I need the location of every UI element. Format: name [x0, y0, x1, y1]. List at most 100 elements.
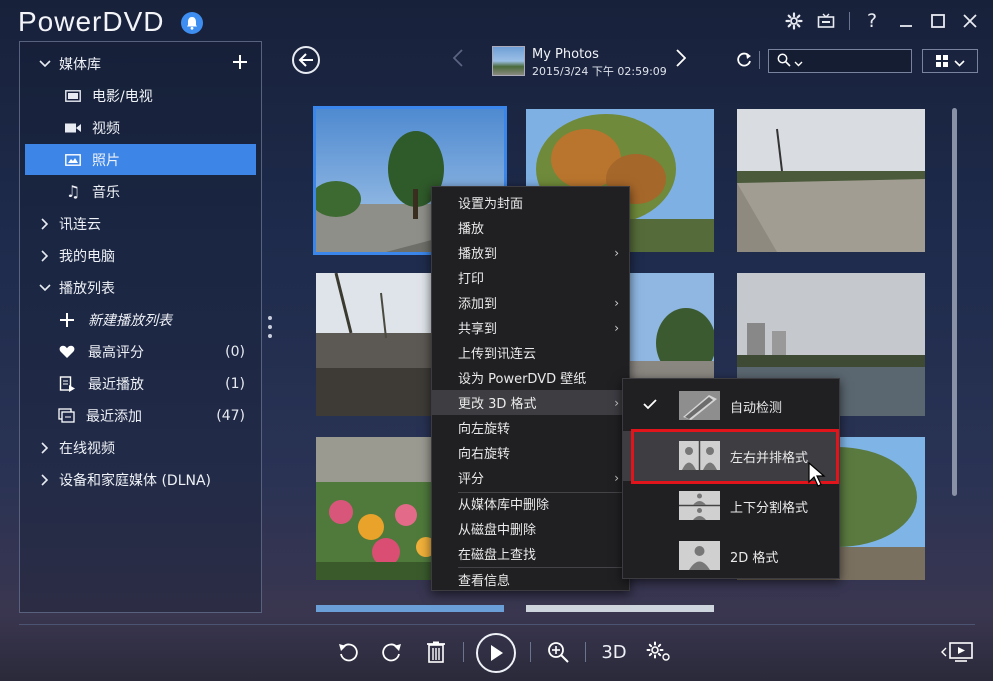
chevron-down-icon	[794, 52, 803, 71]
play-button[interactable]	[476, 633, 516, 673]
3d-toggle-button[interactable]: 3D	[598, 638, 630, 666]
menu-item-print[interactable]: 打印	[432, 265, 629, 290]
sidebar-item-label: 最近播放	[88, 376, 144, 393]
maximize-icon[interactable]	[927, 10, 949, 32]
sidebar-item-label: 新建播放列表	[88, 312, 172, 329]
rotate-right-button[interactable]	[379, 638, 405, 666]
sidebar-section-label: 设备和家庭媒体 (DLNA)	[59, 472, 212, 489]
tv-mode-icon[interactable]	[815, 10, 837, 32]
menu-item-upload-cloud[interactable]: 上传到讯连云	[432, 340, 629, 365]
submenu-item-auto-detect[interactable]: 自动检测	[623, 381, 839, 431]
sidebar-splitter-handle[interactable]	[268, 316, 272, 343]
submenu-arrow-icon: ›	[614, 245, 619, 260]
back-button[interactable]	[292, 46, 320, 74]
sidebar-item-top-rated[interactable]: 最高评分 (0)	[20, 336, 261, 367]
item-count: (1)	[225, 375, 245, 392]
item-count: (0)	[225, 343, 245, 360]
zoom-in-button[interactable]	[545, 638, 571, 666]
item-count: (47)	[216, 407, 245, 424]
checkmark-icon	[643, 398, 657, 414]
sidebar-section-label: 媒体库	[59, 56, 101, 73]
recent-add-icon	[58, 407, 76, 424]
menu-item-set-wallpaper[interactable]: 设为 PowerDVD 壁纸	[432, 365, 629, 390]
photo-thumbnail[interactable]	[737, 109, 925, 252]
search-input[interactable]	[805, 54, 915, 68]
menu-item-rating[interactable]: 评分 ›	[432, 465, 629, 490]
trash-button[interactable]	[424, 638, 448, 666]
sidebar-section-label: 我的电脑	[59, 248, 115, 265]
chevron-right-icon	[38, 249, 52, 263]
menu-item-locate-on-disk[interactable]: 在磁盘上查找	[432, 541, 629, 566]
sidebar-section-online-video[interactable]: 在线视频	[20, 432, 261, 463]
refresh-icon[interactable]	[735, 51, 753, 73]
submenu-arrow-icon: ›	[614, 320, 619, 335]
menu-item-view-info[interactable]: 查看信息	[432, 567, 629, 592]
settings-gear-icon[interactable]	[783, 10, 805, 32]
submenu-item-top-bottom[interactable]: 上下分割格式	[623, 481, 839, 531]
grid-view-icon	[935, 52, 948, 71]
chevron-right-icon	[38, 473, 52, 487]
menu-item-rotate-right[interactable]: 向右旋转	[432, 440, 629, 465]
auto-detect-icon	[679, 391, 720, 420]
menu-item-change-3d-format[interactable]: 更改 3D 格式 ›	[432, 390, 629, 415]
next-album-icon[interactable]	[676, 48, 687, 73]
sidebar-item-recently-played[interactable]: 最近播放 (1)	[20, 368, 261, 399]
sidebar-item-label: 音乐	[92, 184, 120, 201]
menu-item-set-as-cover[interactable]: 设置为封面	[432, 190, 629, 215]
chevron-down-icon	[38, 281, 52, 295]
menu-item-share-to[interactable]: 共享到 ›	[432, 315, 629, 340]
sidebar-item-new-playlist[interactable]: 新建播放列表	[20, 304, 261, 335]
sidebar-section-cloud[interactable]: 讯连云	[20, 208, 261, 239]
sidebar-section-computer[interactable]: 我的电脑	[20, 240, 261, 271]
menu-item-remove-from-library[interactable]: 从媒体库中删除	[432, 491, 629, 516]
close-icon[interactable]	[959, 10, 981, 32]
sidebar-item-label: 视频	[92, 120, 120, 137]
chevron-down-icon	[38, 57, 52, 71]
help-icon[interactable]: ?	[862, 10, 882, 32]
film-icon	[64, 88, 82, 104]
sidebar-section-playlists[interactable]: 播放列表	[20, 272, 261, 303]
sidebar-section-dlna[interactable]: 设备和家庭媒体 (DLNA)	[20, 464, 261, 495]
vertical-scrollbar[interactable]	[952, 108, 957, 496]
submenu-arrow-icon: ›	[614, 470, 619, 485]
previous-album-icon[interactable]	[452, 48, 463, 73]
sidebar-item-recently-added[interactable]: 最近添加 (47)	[20, 400, 261, 431]
photo-icon	[64, 152, 82, 168]
mouse-cursor-icon	[808, 461, 826, 492]
bell-icon[interactable]	[181, 12, 203, 34]
sidebar-section-label: 讯连云	[59, 216, 101, 233]
submenu-arrow-icon: ›	[614, 295, 619, 310]
menu-item-rotate-left[interactable]: 向左旋转	[432, 415, 629, 440]
sidebar-section-label: 在线视频	[59, 440, 115, 457]
submenu-item-2d[interactable]: 2D 格式	[623, 531, 839, 581]
sidebar-item-videos[interactable]: 视频	[20, 112, 261, 143]
2d-format-icon	[679, 541, 720, 570]
sidebar-item-label: 最高评分	[88, 344, 144, 361]
menu-item-play-to[interactable]: 播放到 ›	[432, 240, 629, 265]
video-camera-icon	[64, 120, 82, 136]
menu-item-play[interactable]: 播放	[432, 215, 629, 240]
menu-item-delete-from-disk[interactable]: 从磁盘中删除	[432, 516, 629, 541]
sidebar-item-label: 照片	[92, 152, 120, 169]
sidebar-item-label: 电影/电视	[92, 88, 153, 105]
app-title: PowerDVD	[18, 6, 165, 37]
add-library-icon[interactable]	[231, 53, 249, 75]
view-mode-button[interactable]	[922, 49, 978, 73]
sidebar: 媒体库 电影/电视 视频 照片 ♫ 音乐 讯连云 我的电脑 播放列表 新建播放列…	[19, 41, 262, 613]
search-icon	[777, 52, 791, 71]
photo-thumbnail[interactable]	[316, 601, 504, 612]
album-date: 2015/3/24 下午 02:59:09	[532, 65, 667, 78]
settings-button[interactable]	[645, 638, 673, 666]
sidebar-item-movies[interactable]: 电影/电视	[20, 80, 261, 111]
sidebar-item-music[interactable]: ♫ 音乐	[20, 176, 261, 207]
search-field[interactable]	[768, 49, 915, 73]
sidebar-section-label: 播放列表	[59, 280, 115, 297]
sidebar-item-photos[interactable]: 照片	[25, 144, 256, 175]
recent-play-icon	[58, 375, 76, 392]
player-mode-button[interactable]	[940, 638, 976, 666]
photo-thumbnail[interactable]	[526, 601, 714, 612]
sidebar-section-library[interactable]: 媒体库	[20, 48, 261, 79]
menu-item-add-to[interactable]: 添加到 ›	[432, 290, 629, 315]
rotate-left-button[interactable]	[335, 638, 361, 666]
minimize-icon[interactable]	[895, 10, 917, 32]
